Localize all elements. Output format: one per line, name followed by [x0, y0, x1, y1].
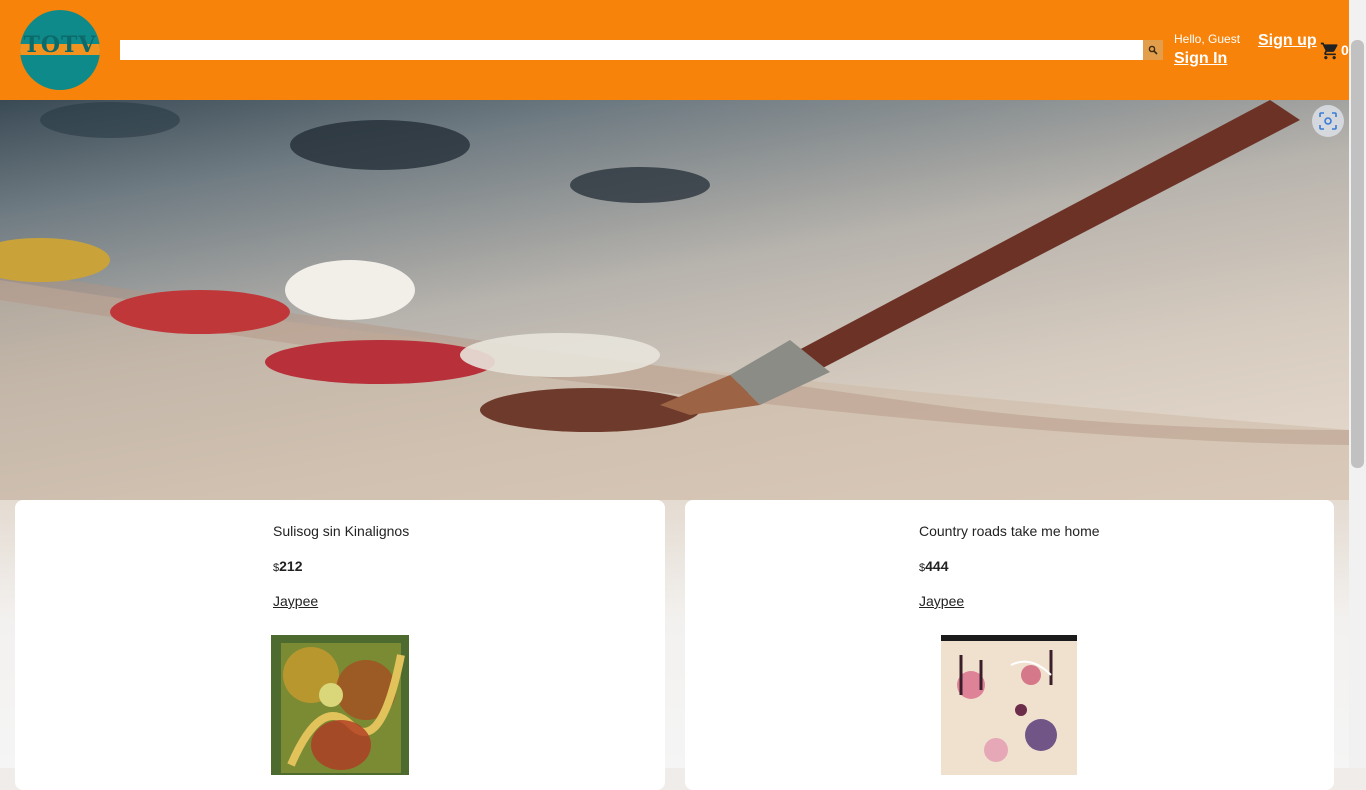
hero-paint-palette-image — [0, 100, 1349, 500]
sign-in-link[interactable]: Sign In — [1174, 50, 1227, 68]
price-amount: 444 — [925, 558, 949, 574]
greeting-text: Hello, Guest — [1174, 32, 1241, 46]
product-card[interactable]: Country roads take me home $444 Jaypee — [685, 500, 1334, 790]
scrollbar-thumb[interactable] — [1351, 40, 1364, 468]
cart-count: 0 — [1341, 42, 1349, 58]
shopping-cart-icon — [1320, 42, 1338, 60]
product-title[interactable]: Sulisog sin Kinalignos — [273, 523, 409, 539]
price-amount: 212 — [279, 558, 303, 574]
artwork-thumbnail[interactable] — [941, 635, 1077, 775]
visual-search-icon — [1319, 112, 1337, 130]
site-header: TOTV Hello, Guest Sign In Sign up 0 — [0, 0, 1349, 100]
sign-up-link[interactable]: Sign up — [1258, 32, 1317, 50]
hero-banner — [0, 100, 1349, 500]
search-input[interactable] — [120, 40, 1143, 60]
search-button[interactable] — [1143, 40, 1163, 60]
artwork-thumbnail[interactable] — [271, 635, 409, 775]
product-card[interactable]: Sulisog sin Kinalignos $212 Jaypee — [15, 500, 665, 790]
page-scrollbar[interactable] — [1349, 0, 1366, 768]
site-logo[interactable]: TOTV — [20, 10, 100, 90]
artist-link[interactable]: Jaypee — [919, 593, 964, 609]
visual-search-button[interactable] — [1312, 105, 1344, 137]
product-title[interactable]: Country roads take me home — [919, 523, 1100, 539]
product-price: $212 — [273, 558, 302, 576]
artist-link[interactable]: Jaypee — [273, 593, 318, 609]
product-price: $444 — [919, 558, 948, 576]
logo-text: TOTV — [23, 32, 97, 58]
search-icon — [1148, 45, 1158, 55]
